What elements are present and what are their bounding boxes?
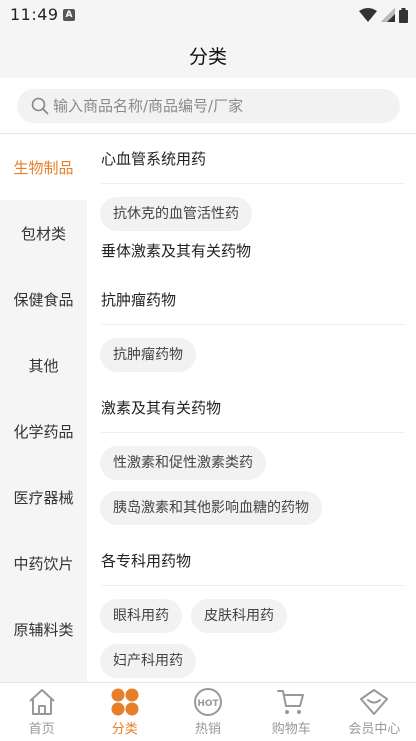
sidebar-item-label: 生物制品 <box>13 158 74 177</box>
sidebar-item-label: 医疗器械 <box>13 488 74 507</box>
sidebar-item-packaging[interactable]: 包材类 <box>0 200 87 266</box>
category-content: 心血管系统用药 抗休克的血管活性药 垂体激素及其有关药物 抗肿瘤药物 抗肿瘤药物… <box>87 134 416 682</box>
category-title: 激素及其有关药物 <box>101 383 404 433</box>
header: 分类 <box>0 30 416 78</box>
sidebar-item-label: 原辅料类 <box>13 620 74 639</box>
nav-label: 购物车 <box>271 722 311 737</box>
sidebar-item-biological-products[interactable]: 生物制品 <box>0 134 87 200</box>
subcategory-chip[interactable]: 抗肿瘤药物 <box>100 338 196 372</box>
chip-list: 性激素和促性激素类药 胰岛激素和其他影响血糖的药物 <box>87 433 416 536</box>
page-title: 分类 <box>188 46 227 68</box>
search-input[interactable] <box>53 89 383 123</box>
category-section: 抗肿瘤药物 抗肿瘤药物 <box>87 275 416 383</box>
category-title: 心血管系统用药 <box>101 134 404 184</box>
category-title: 垂体激素及其有关药物 <box>101 241 252 260</box>
nav-label: 分类 <box>111 722 138 737</box>
nav-item-cart[interactable]: 购物车 <box>250 683 333 741</box>
nav-label: 首页 <box>28 722 55 737</box>
subcategory-chip[interactable]: 眼科用药 <box>100 599 182 633</box>
subcategory-chip[interactable]: 妇产科用药 <box>100 644 196 678</box>
subcategory-chip[interactable]: 性激素和促性激素类药 <box>100 446 266 480</box>
sidebar-item-medical-devices[interactable]: 医疗器械 <box>0 464 87 530</box>
notification-icon: A <box>63 9 75 21</box>
category-title: 抗肿瘤药物 <box>101 275 404 325</box>
category-section: 垂体激素及其有关药物 <box>87 225 416 275</box>
sidebar-item-health-food[interactable]: 保健食品 <box>0 266 87 332</box>
sidebar-item-tcm-pieces[interactable]: 中药饮片 <box>0 530 87 596</box>
battery-icon <box>399 7 408 23</box>
nav-item-member[interactable]: 会员中心 <box>333 683 416 741</box>
hot-icon: HOT <box>194 688 222 716</box>
wifi-icon <box>359 8 377 22</box>
sidebar-item-label: 包材类 <box>20 224 66 243</box>
status-time: 11:49 <box>10 5 59 24</box>
search-bar <box>0 78 416 134</box>
category-title: 各专科用药物 <box>101 536 404 586</box>
category-sidebar: 生物制品 包材类 保健食品 其他 化学药品 医疗器械 中药饮片 原辅料类 <box>0 134 87 682</box>
hot-badge-text: HOT <box>197 699 219 709</box>
cart-icon <box>277 690 305 714</box>
category-section: 各专科用药物 眼科用药 皮肤科用药 妇产科用药 <box>87 536 416 682</box>
sidebar-item-label: 中药饮片 <box>13 554 74 573</box>
subcategory-chip[interactable]: 胰岛激素和其他影响血糖的药物 <box>100 491 322 525</box>
subcategory-chip[interactable]: 皮肤科用药 <box>191 599 287 633</box>
sidebar-item-other[interactable]: 其他 <box>0 332 87 398</box>
sidebar-item-label: 其他 <box>28 356 59 375</box>
category-section: 激素及其有关药物 性激素和促性激素类药 胰岛激素和其他影响血糖的药物 <box>87 383 416 536</box>
sidebar-item-raw-materials[interactable]: 原辅料类 <box>0 596 87 662</box>
sidebar-item-label: 保健食品 <box>13 290 74 309</box>
nav-item-home[interactable]: 首页 <box>0 683 83 741</box>
nav-label: 热销 <box>195 722 222 737</box>
sidebar-item-chemical-drugs[interactable]: 化学药品 <box>0 398 87 464</box>
chip-list: 眼科用药 皮肤科用药 妇产科用药 <box>87 586 387 682</box>
member-icon <box>360 689 389 715</box>
search-icon <box>31 97 49 115</box>
status-icons <box>359 7 408 23</box>
home-icon <box>28 689 55 715</box>
nav-item-hot[interactable]: HOT 热销 <box>166 683 249 741</box>
bottom-nav: 首页 分类 HOT 热销 购物车 会员中心 <box>0 682 416 741</box>
category-icon <box>111 688 139 716</box>
search-box[interactable] <box>17 89 400 123</box>
signal-icon <box>381 8 395 22</box>
nav-item-category[interactable]: 分类 <box>83 683 166 741</box>
status-bar: 11:49 A <box>0 0 416 30</box>
nav-label: 会员中心 <box>348 722 401 737</box>
chip-list: 抗肿瘤药物 <box>87 325 416 383</box>
sidebar-item-label: 化学药品 <box>13 422 74 441</box>
